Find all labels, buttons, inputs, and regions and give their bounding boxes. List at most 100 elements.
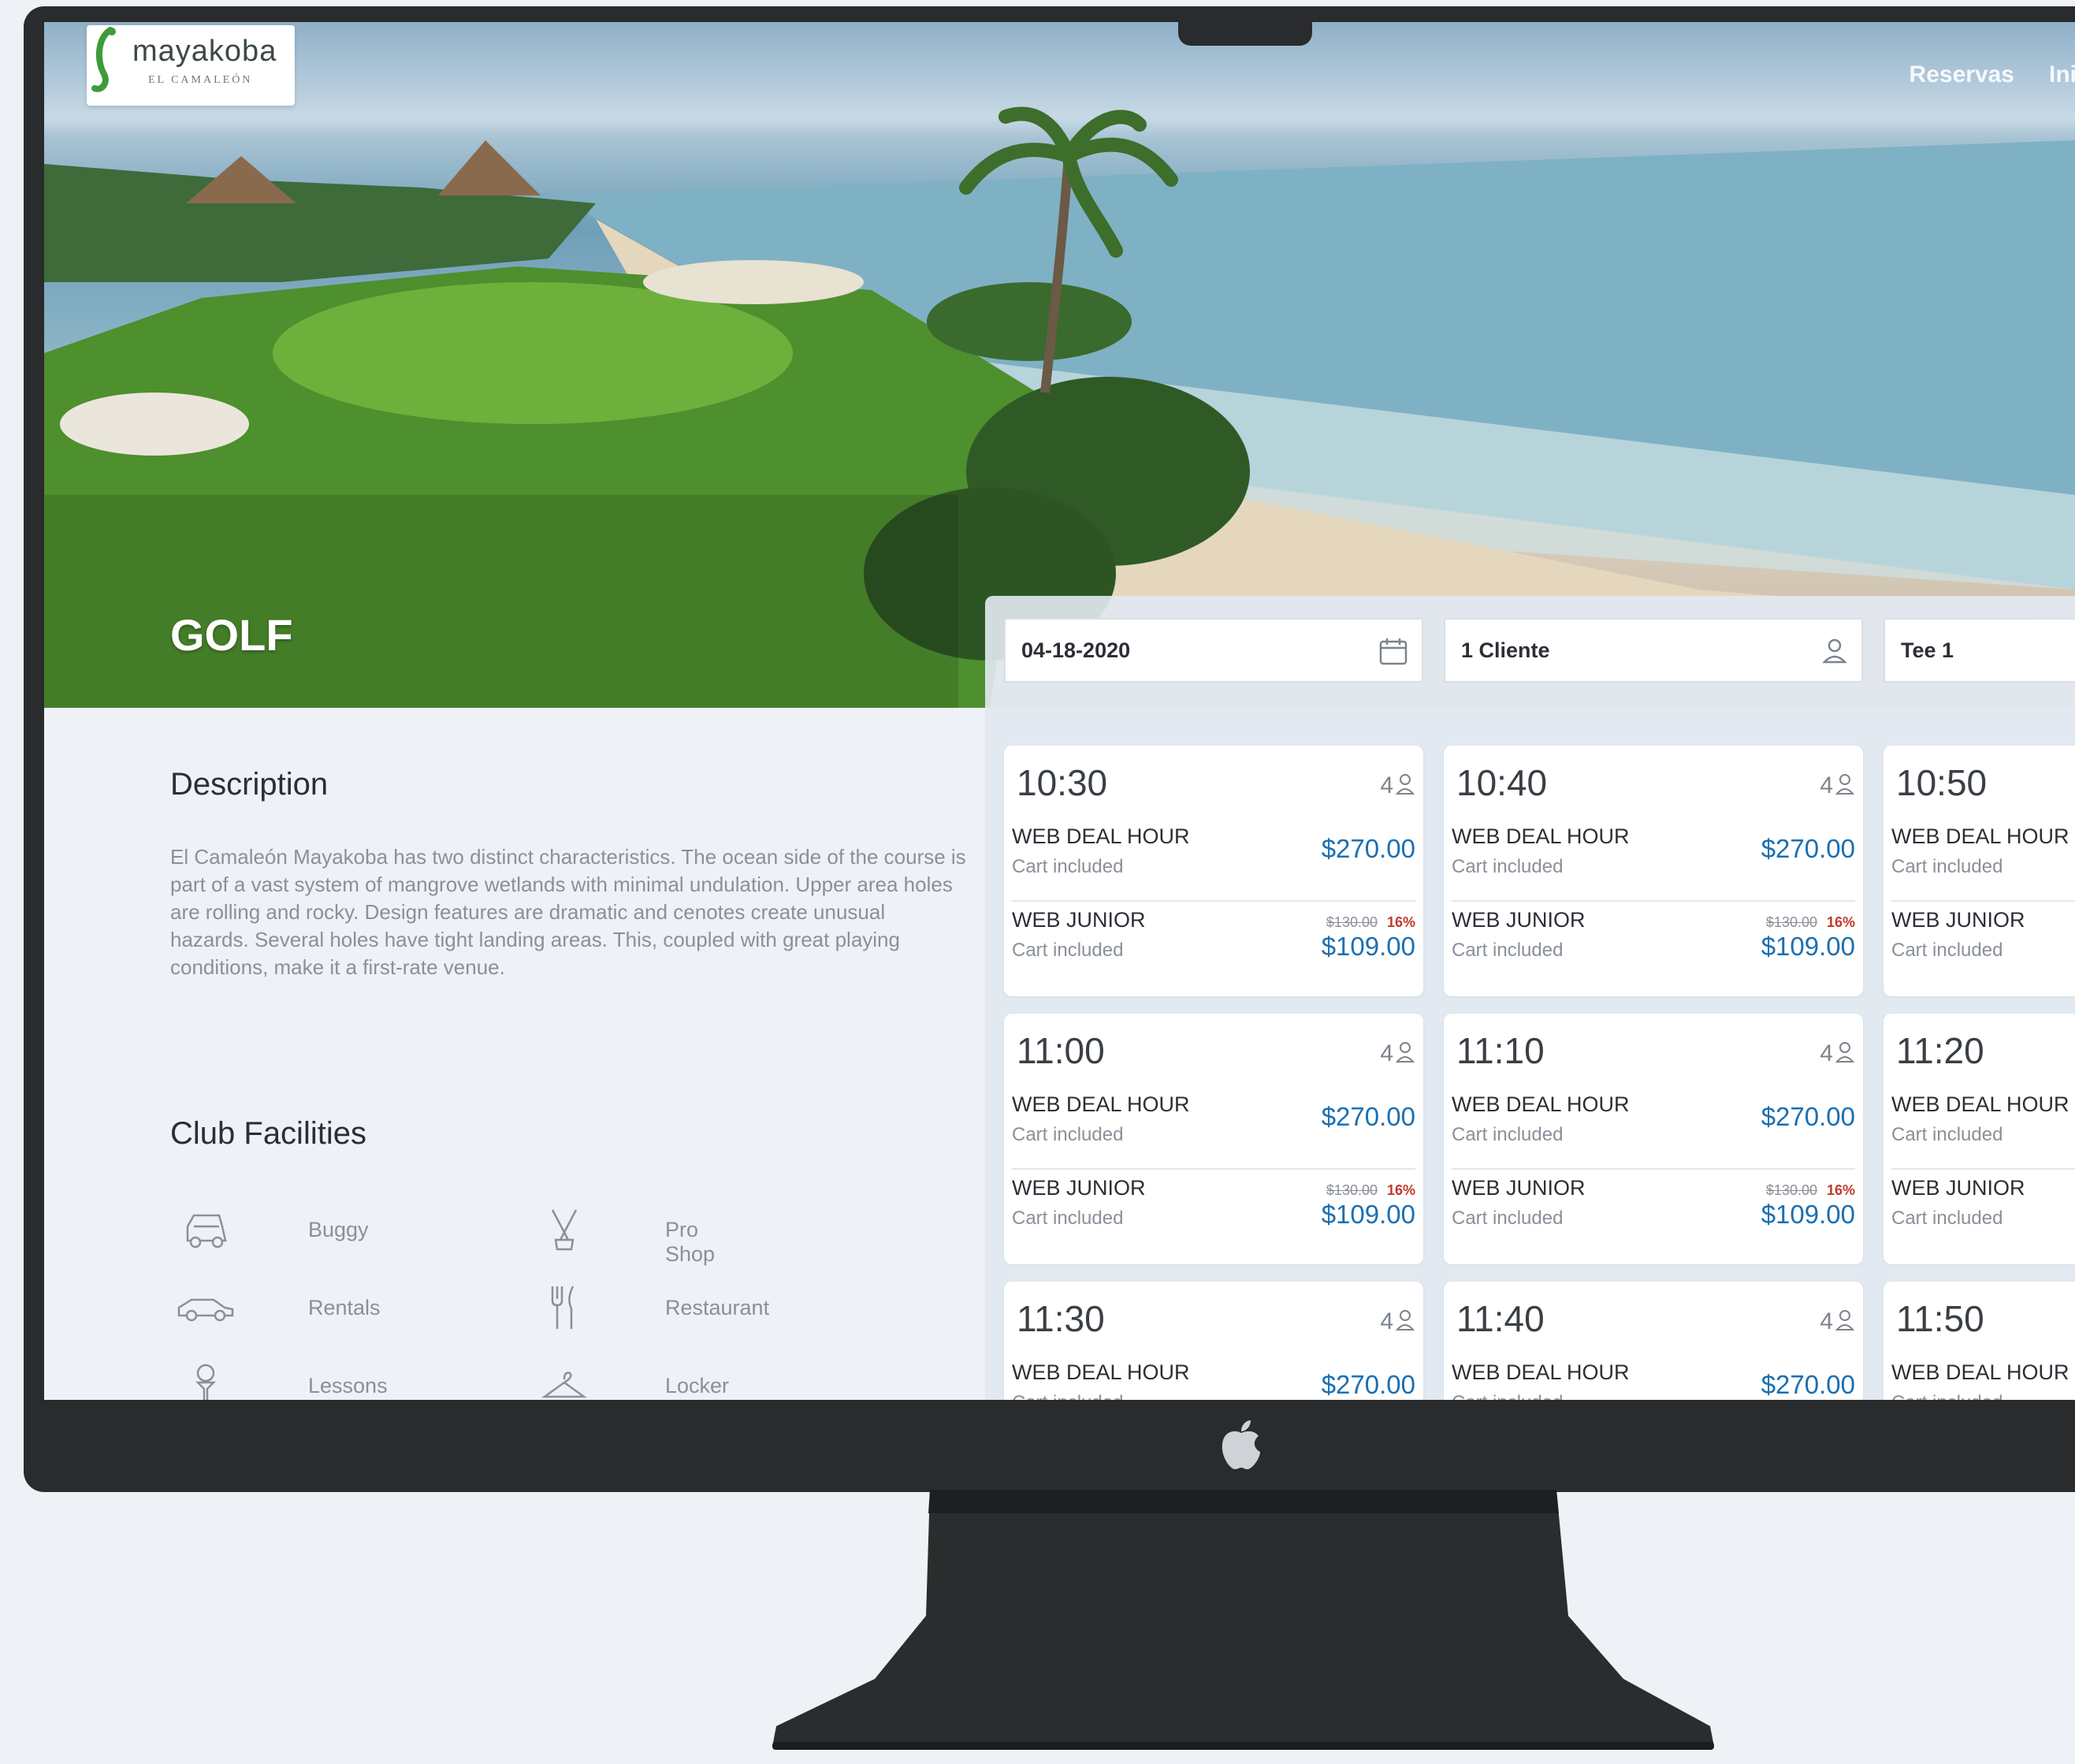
tee-value: Tee 1: [1901, 638, 1954, 662]
rate-price[interactable]: $270.00: [1322, 834, 1415, 864]
user-icon: [1395, 774, 1415, 795]
rate-name: WEB DEAL HOUR: [1452, 824, 1630, 848]
player-count: 4: [1380, 1040, 1393, 1066]
description-text: El Camaleón Mayakoba has two distinct ch…: [170, 845, 966, 979]
user-icon: [1820, 635, 1849, 671]
tee-time: 11:00: [1017, 1030, 1105, 1071]
discount-badge: 16%: [1826, 914, 1855, 930]
tee-time: 10:30: [1017, 762, 1108, 803]
rate-name: WEB DEAL HOUR: [1891, 1360, 2069, 1384]
booking-panel: [985, 596, 2075, 1400]
rate-divider: [1452, 900, 1855, 902]
rate-note: Cart included: [1452, 1208, 1564, 1229]
discount-badge: 16%: [1386, 914, 1415, 930]
rate-price[interactable]: $270.00: [1322, 1370, 1415, 1400]
facility-buggy: Buggy: [174, 1202, 369, 1257]
rate-name: WEB DEAL HOUR: [1012, 1360, 1190, 1384]
user-icon: [1835, 1042, 1855, 1062]
rate-price[interactable]: $109.00: [1322, 932, 1415, 962]
original-price: $130.00: [1765, 914, 1817, 930]
tee-time-card[interactable]: 10:30 4 WEB DEAL HOUR Cart included $270.00 W…: [1004, 746, 1423, 996]
tee-time: 11:30: [1017, 1298, 1105, 1339]
user-icon: [1395, 1310, 1415, 1330]
facility-restaurant: Restaurant: [533, 1280, 769, 1335]
rate-name: WEB JUNIOR: [1012, 908, 1146, 932]
date-picker[interactable]: 04-18-2020: [1004, 618, 1423, 683]
tee-time-card[interactable]: 11:10 4 WEB DEAL HOUR Cart included $270.00 W…: [1444, 1014, 1863, 1264]
tee-time-card[interactable]: 11:40 4 WEB DEAL HOUR Cart included $270.00: [1444, 1282, 1863, 1400]
discount-badge: 16%: [1386, 1182, 1415, 1198]
facility-pro-shop: Pro Shop: [533, 1202, 715, 1266]
rate-name: WEB DEAL HOUR: [1891, 824, 2069, 848]
rate-name: WEB DEAL HOUR: [1891, 1092, 2069, 1116]
page-title: GOLF: [170, 610, 293, 660]
rate-name: WEB DEAL HOUR: [1452, 1092, 1630, 1116]
player-count: 4: [1380, 1308, 1393, 1334]
clients-selector[interactable]: 1 Cliente: [1444, 618, 1863, 683]
rate-divider: [1891, 1168, 2075, 1170]
monitor-camera-notch: [1178, 6, 1312, 46]
golf-tee-icon: [174, 1358, 237, 1400]
nav-link-reservas[interactable]: Reservas: [1910, 61, 2014, 88]
brand-subtitle: EL CAMALEÓN: [148, 74, 253, 86]
tee-time-card[interactable]: 10:40 4 WEB DEAL HOUR Cart included $270.00 W…: [1444, 746, 1863, 996]
rate-note: Cart included: [1012, 1208, 1124, 1229]
chameleon-logo-icon: [91, 27, 116, 92]
player-count: 4: [1820, 1040, 1833, 1066]
tee-time: 11:20: [1896, 1030, 1984, 1071]
rate-name: WEB JUNIOR: [1891, 908, 2025, 932]
tee-time: 10:50: [1896, 762, 1988, 803]
rate-price[interactable]: $270.00: [1761, 1370, 1855, 1400]
rate-divider: [1891, 900, 2075, 902]
monitor-chin: [24, 1400, 2075, 1487]
facility-label: Restaurant: [665, 1296, 770, 1319]
facilities-heading: Club Facilities: [170, 1116, 366, 1151]
rate-name: WEB JUNIOR: [1452, 1176, 1586, 1200]
rate-note: Cart included: [1452, 1392, 1563, 1400]
tee-time-card[interactable]: 11:00 4 WEB DEAL HOUR Cart included $270.00 W…: [1004, 1014, 1423, 1264]
rate-price[interactable]: $270.00: [1761, 834, 1855, 864]
rate-divider: [1012, 900, 1415, 902]
user-icon: [1835, 774, 1855, 795]
original-price: $130.00: [1326, 914, 1378, 930]
tee-time: 11:40: [1456, 1298, 1545, 1339]
rate-note: Cart included: [1891, 1208, 2003, 1229]
tee-time-card[interactable]: 11:20 WEB DEAL HOUR Cart included WEB JUNIO…: [1883, 1014, 2075, 1264]
monitor-stand: [772, 1490, 1714, 1750]
rate-name: WEB JUNIOR: [1891, 1176, 2025, 1200]
tee-time-card[interactable]: 11:50 WEB DEAL HOUR Cart included: [1883, 1282, 2075, 1400]
tee-time-card[interactable]: 11:30 4 WEB DEAL HOUR Cart included $270.00: [1004, 1282, 1423, 1400]
browser-screen: mayakoba EL CAMALEÓN Reservas Ini GOLF D…: [44, 22, 2075, 1400]
tee-time: 11:50: [1896, 1298, 1984, 1339]
tee-selector[interactable]: Tee 1: [1883, 618, 2075, 683]
rate-price[interactable]: $109.00: [1761, 932, 1855, 962]
rate-note: Cart included: [1891, 856, 2003, 877]
rate-note: Cart included: [1891, 1392, 2002, 1400]
top-nav: Reservas Ini: [1910, 61, 2075, 88]
rate-note: Cart included: [1452, 1124, 1564, 1145]
rate-price[interactable]: $109.00: [1761, 1200, 1855, 1230]
facility-label: Rentals: [308, 1296, 381, 1319]
rate-divider: [1012, 1168, 1415, 1170]
date-value: 04-18-2020: [1021, 638, 1131, 662]
rate-price[interactable]: $270.00: [1322, 1102, 1415, 1132]
original-price: $130.00: [1765, 1182, 1817, 1198]
nav-link-inicio[interactable]: Ini: [2049, 61, 2075, 88]
brand-logo[interactable]: mayakoba EL CAMALEÓN: [87, 25, 295, 106]
facility-label: Locker: [665, 1374, 730, 1397]
rate-note: Cart included: [1012, 940, 1124, 961]
rate-price[interactable]: $109.00: [1322, 1200, 1415, 1230]
user-icon: [1835, 1310, 1855, 1330]
rate-note: Cart included: [1452, 940, 1564, 961]
rate-divider: [1452, 1168, 1855, 1170]
discount-badge: 16%: [1826, 1182, 1855, 1198]
rate-price[interactable]: $270.00: [1761, 1102, 1855, 1132]
player-count: 4: [1820, 772, 1833, 798]
rate-note: Cart included: [1891, 940, 2003, 961]
facility-label: Pro Shop: [665, 1218, 716, 1266]
original-price: $130.00: [1326, 1182, 1378, 1198]
tee-time-card[interactable]: 10:50 WEB DEAL HOUR Cart included WEB JUNIO…: [1883, 746, 2075, 996]
fork-knife-icon: [533, 1280, 596, 1335]
car-icon: [174, 1280, 237, 1335]
tee-time: 11:10: [1456, 1030, 1545, 1071]
